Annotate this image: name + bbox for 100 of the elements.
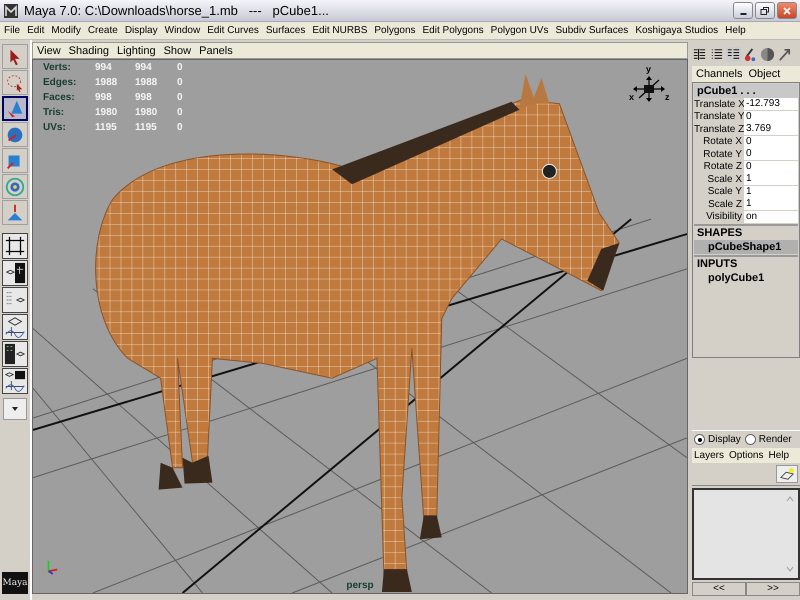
layout-graph-icon[interactable]	[2, 314, 28, 340]
attribute-value-field[interactable]: 1	[744, 173, 798, 186]
menu-item[interactable]: Edit Polygons	[422, 25, 484, 36]
view-axis-cube-icon	[631, 74, 667, 104]
attribute-list-icon[interactable]	[709, 46, 724, 62]
paint-tool-icon[interactable]	[743, 46, 758, 62]
attribute-name: Scale X	[706, 174, 743, 185]
hud-stat-value: 994	[95, 62, 113, 73]
sphere-icon[interactable]	[760, 46, 775, 62]
hud-stat-value: 1980	[95, 107, 118, 118]
channel-box-menu-item[interactable]: Object	[748, 68, 780, 80]
hud-stat-value: 1988	[95, 77, 118, 88]
hud-stat-value: 1195	[95, 122, 118, 133]
tool-button[interactable]	[2, 70, 28, 95]
close-button[interactable]	[777, 2, 797, 19]
tool-button[interactable]	[2, 44, 28, 69]
mode-radio[interactable]: Display	[694, 434, 741, 445]
hud-stat-value: 1195	[135, 122, 158, 133]
layout-two-panes-icon[interactable]	[2, 260, 28, 286]
menu-item[interactable]: Subdiv Surfaces	[555, 25, 628, 36]
menu-item[interactable]: Window	[164, 25, 200, 36]
menu-item[interactable]: Polygon UVs	[490, 25, 548, 36]
maya-logo: Maya	[2, 572, 28, 594]
hud-stat-value: 0	[177, 92, 184, 103]
channel-box-menu-item[interactable]: Channels	[696, 68, 742, 80]
hud-stat-value: 994	[135, 62, 153, 73]
tool-button[interactable]	[2, 96, 28, 121]
menu-item[interactable]: Display	[124, 25, 158, 36]
layout-hypershade-icon[interactable]	[2, 341, 28, 367]
attribute-name: Rotate Y	[702, 148, 743, 160]
hud-stat-value: 0	[177, 62, 184, 73]
close-icon	[782, 6, 792, 16]
section-heading: INPUTS	[694, 255, 798, 271]
attribute-value-field[interactable]: 1	[744, 186, 798, 198]
attribute-value-field[interactable]: -12.793	[744, 98, 798, 110]
window-title: Maya 7.0: C:\Downloads\horse_1.mb --- pCube1...	[24, 3, 330, 18]
attribute-name: Scale Z	[707, 198, 743, 210]
menu-item[interactable]: Koshigaya Studios	[635, 25, 718, 36]
hud-stat-value: 0	[177, 77, 184, 88]
attribute-name: Visibility	[705, 211, 743, 222]
attribute-value-field[interactable]: 0	[744, 136, 798, 148]
attribute-name: Translate Z	[694, 124, 744, 135]
3d-viewport[interactable]: Verts: 994 994 0 Edges: 1988 1988 0 Faces: 998 998 0 Tris: 1980 1980 0 UVs: 1195 1195 0 y x z persp	[32, 59, 688, 594]
attribute-value-field[interactable]: on	[744, 210, 798, 223]
attribute-name: Translate Y	[694, 111, 744, 122]
attribute-name: Translate X	[694, 98, 744, 110]
new-layer-icon[interactable]	[776, 465, 798, 483]
camera-label: persp	[346, 580, 374, 591]
panel-menu-item[interactable]: Panels	[199, 44, 233, 56]
mode-radio[interactable]: Render	[744, 434, 792, 445]
channel-layer-icon[interactable]	[726, 46, 741, 62]
attribute-value-field[interactable]: 1	[744, 198, 798, 210]
menu-item[interactable]: Polygons	[374, 25, 416, 36]
attribute-value-field[interactable]: 0	[744, 160, 798, 173]
hud-stat-label: Verts:	[43, 62, 72, 73]
axis-label: z	[665, 92, 670, 102]
panel-menu-item[interactable]: View	[37, 44, 61, 56]
channel-box-icon[interactable]	[692, 46, 707, 62]
menu-item[interactable]: Modify	[51, 25, 81, 36]
hud-stat-value: 998	[135, 92, 153, 103]
layer-menu-item[interactable]: Layers	[694, 450, 724, 461]
menu-item[interactable]: Create	[88, 25, 118, 36]
panel-menu-item[interactable]: Shading	[68, 44, 110, 56]
layout-dropdown-button[interactable]	[3, 398, 27, 420]
restore-button[interactable]	[755, 2, 775, 19]
panel-menu-item[interactable]: Lighting	[117, 44, 156, 56]
arrow-icon[interactable]	[777, 46, 792, 62]
menu-item[interactable]: Surfaces	[266, 25, 306, 36]
manipulator-tool-icon	[4, 176, 26, 198]
attribute-name: Rotate X	[702, 136, 743, 148]
attribute-value-field[interactable]: 3.769	[744, 123, 798, 136]
node-list-item[interactable]: pCubeShape1	[694, 240, 798, 254]
caret-icon	[11, 406, 19, 412]
menu-item[interactable]: Edit Curves	[207, 25, 259, 36]
panel-menu-item[interactable]: Show	[164, 44, 192, 56]
menu-item[interactable]: Edit	[27, 25, 44, 36]
attribute-name: Scale Y	[706, 186, 743, 198]
attribute-name: Rotate Z	[702, 161, 743, 172]
layer-menu-item[interactable]: Options	[729, 450, 764, 461]
layer-menu-item[interactable]: Help	[768, 450, 790, 461]
minimize-button[interactable]	[733, 2, 753, 19]
hud-stat-value: 0	[177, 107, 184, 118]
axis-label: y	[646, 64, 652, 74]
app-logo-icon	[4, 4, 18, 18]
axis-label: x	[629, 92, 634, 102]
node-name[interactable]: pCube1 . . .	[694, 84, 798, 98]
menu-item[interactable]: Edit NURBS	[312, 25, 368, 36]
menu-item[interactable]: File	[4, 25, 20, 36]
attribute-value-field[interactable]: 0	[744, 148, 798, 160]
node-list-item[interactable]: polyCube1	[694, 271, 798, 285]
layout-graph-icon[interactable]	[2, 368, 28, 394]
attribute-value-field[interactable]: 0	[744, 110, 798, 123]
minimize-icon	[740, 12, 746, 14]
page-button[interactable]: <<	[692, 582, 746, 596]
hud-stat-value: 998	[95, 92, 113, 103]
layout-outliner-icon[interactable]	[2, 287, 28, 313]
layout-four-panes-icon[interactable]	[2, 233, 28, 259]
page-button[interactable]: >>	[746, 582, 800, 596]
hud-stat-label: Edges:	[43, 77, 78, 88]
menu-item[interactable]: Help	[725, 25, 746, 36]
